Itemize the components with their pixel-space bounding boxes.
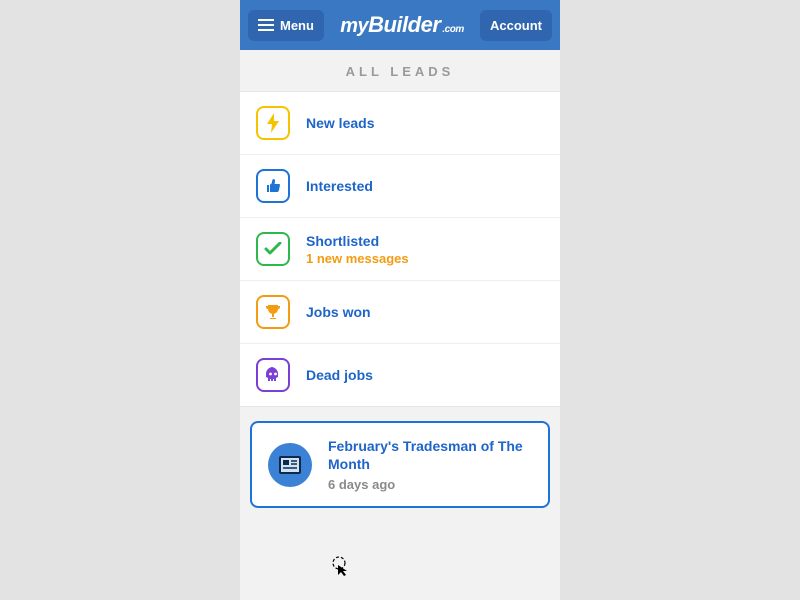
- bolt-icon: [256, 106, 290, 140]
- lead-item-interested[interactable]: Interested: [240, 155, 560, 218]
- app-frame: Menu myBuilder.com Account ALL LEADS New…: [240, 0, 560, 600]
- section-title: ALL LEADS: [240, 50, 560, 91]
- lead-label: Interested: [306, 178, 373, 194]
- lead-sublabel: 1 new messages: [306, 251, 409, 266]
- lead-item-jobs-won[interactable]: Jobs won: [240, 281, 560, 344]
- header-bar: Menu myBuilder.com Account: [240, 0, 560, 50]
- lead-label: Shortlisted: [306, 233, 409, 249]
- skull-icon: [256, 358, 290, 392]
- lead-item-new-leads[interactable]: New leads: [240, 92, 560, 155]
- menu-button[interactable]: Menu: [248, 10, 324, 41]
- logo: myBuilder.com: [340, 12, 464, 38]
- lead-label: Jobs won: [306, 304, 371, 320]
- menu-label: Menu: [280, 18, 314, 33]
- newspaper-icon: [268, 443, 312, 487]
- hamburger-icon: [258, 19, 274, 31]
- news-card[interactable]: February's Tradesman of The Month 6 days…: [250, 421, 550, 508]
- lead-item-dead-jobs[interactable]: Dead jobs: [240, 344, 560, 406]
- thumbs-up-icon: [256, 169, 290, 203]
- trophy-icon: [256, 295, 290, 329]
- leads-list: New leads Interested Shortlisted 1 new m…: [240, 91, 560, 407]
- account-label: Account: [490, 18, 542, 33]
- account-button[interactable]: Account: [480, 10, 552, 41]
- lead-label: Dead jobs: [306, 367, 373, 383]
- news-time: 6 days ago: [328, 477, 532, 492]
- lead-item-shortlisted[interactable]: Shortlisted 1 new messages: [240, 218, 560, 281]
- check-icon: [256, 232, 290, 266]
- lead-label: New leads: [306, 115, 374, 131]
- news-title: February's Tradesman of The Month: [328, 437, 532, 473]
